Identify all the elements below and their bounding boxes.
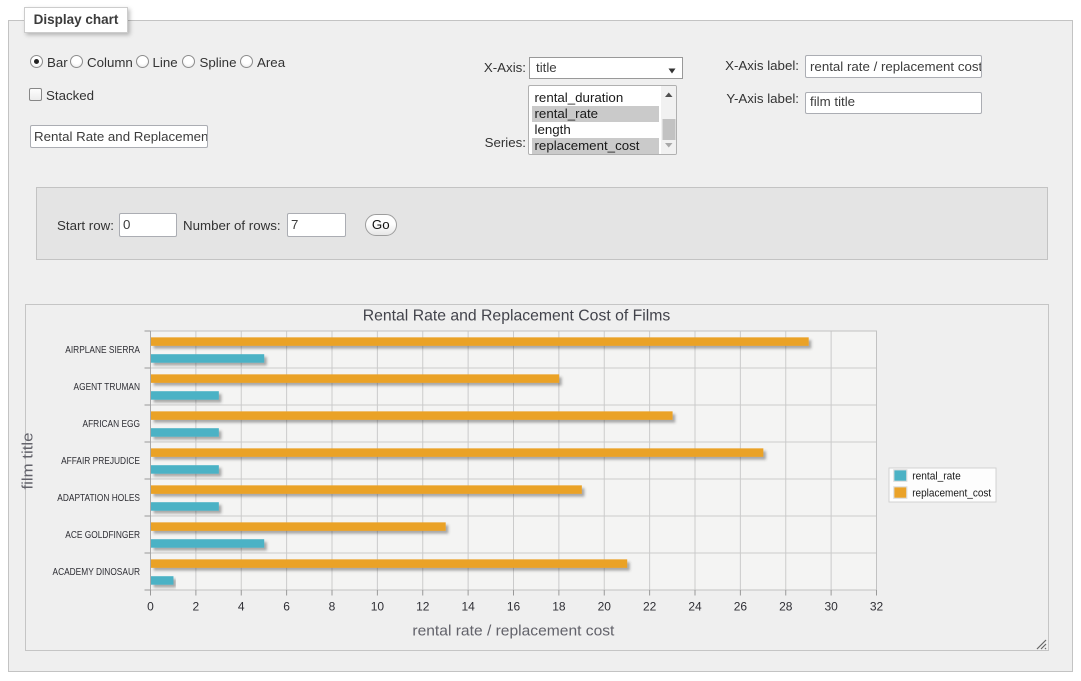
svg-text:30: 30 [824,600,838,614]
svg-text:rental rate / replacement cost: rental rate / replacement cost [412,622,615,639]
svg-text:20: 20 [598,600,612,614]
svg-text:ACADEMY DINOSAUR: ACADEMY DINOSAUR [53,567,141,578]
svg-text:film title: film title [21,433,37,490]
svg-text:18: 18 [552,600,566,614]
svg-text:4: 4 [238,600,245,614]
svg-text:Rental Rate and Replacement Co: Rental Rate and Replacement Cost of Film… [363,307,671,324]
svg-text:32: 32 [870,600,884,614]
svg-text:8: 8 [329,600,336,614]
svg-text:AGENT TRUMAN: AGENT TRUMAN [74,382,141,393]
svg-text:12: 12 [416,600,430,614]
svg-text:24: 24 [688,600,702,614]
svg-text:10: 10 [371,600,385,614]
svg-text:6: 6 [283,600,290,614]
svg-text:0: 0 [147,600,154,614]
svg-text:28: 28 [779,600,793,614]
svg-text:14: 14 [461,600,475,614]
svg-text:replacement_cost: replacement_cost [912,488,991,500]
svg-text:2: 2 [193,600,200,614]
svg-text:16: 16 [507,600,521,614]
svg-text:22: 22 [643,600,657,614]
svg-text:26: 26 [734,600,748,614]
svg-text:rental_rate: rental_rate [912,471,961,483]
svg-text:AFRICAN EGG: AFRICAN EGG [83,419,141,430]
svg-text:AIRPLANE SIERRA: AIRPLANE SIERRA [65,345,140,356]
svg-text:ADAPTATION HOLES: ADAPTATION HOLES [57,493,140,504]
svg-text:ACE GOLDFINGER: ACE GOLDFINGER [65,530,140,541]
svg-text:AFFAIR PREJUDICE: AFFAIR PREJUDICE [61,456,140,467]
